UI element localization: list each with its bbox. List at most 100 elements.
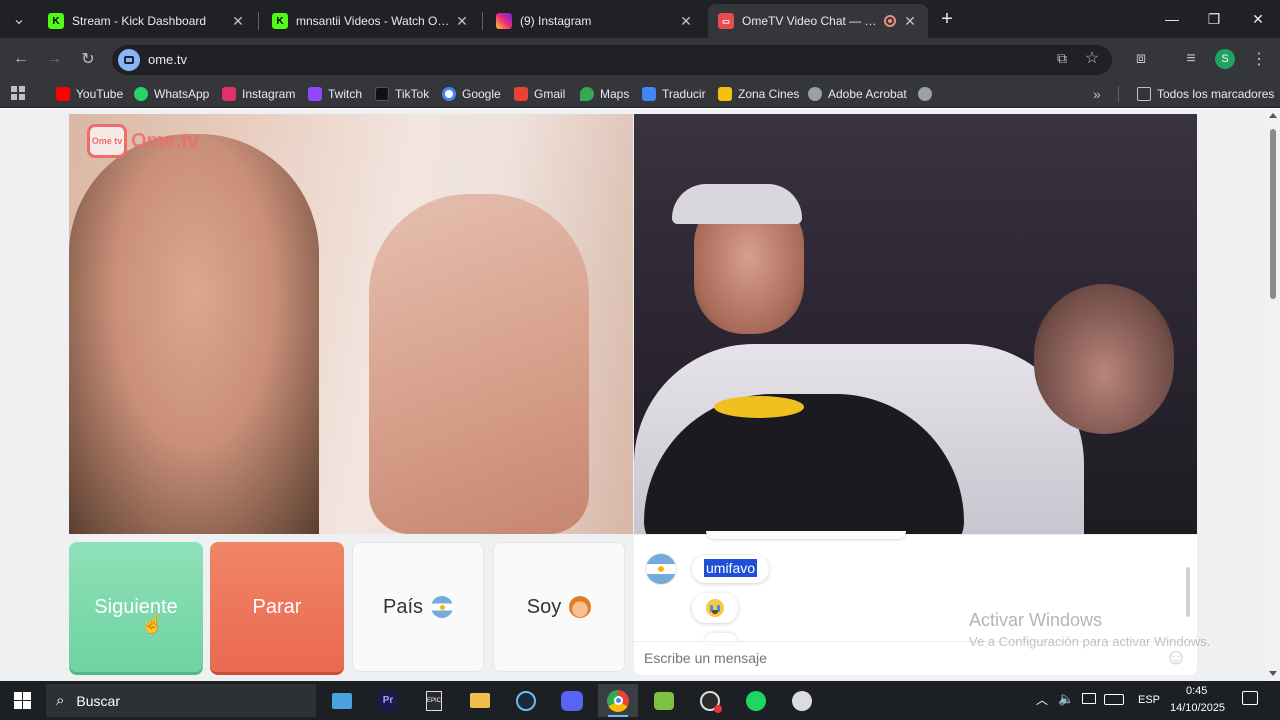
extensions-icon[interactable]: ⧈ (1128, 46, 1154, 72)
apps-grid-icon[interactable] (11, 86, 25, 100)
country-filter-label: País (382, 595, 424, 618)
scroll-up-icon[interactable] (1269, 113, 1277, 118)
install-app-icon[interactable]: ⧉ (1052, 50, 1072, 70)
discord-icon[interactable] (552, 684, 592, 717)
bookmark-instagram[interactable]: Instagram (222, 84, 295, 104)
country-filter-button[interactable]: País (352, 542, 484, 672)
next-button[interactable]: Siguiente (69, 542, 203, 672)
language-indicator[interactable]: ESP (1138, 694, 1160, 706)
android-app-icon[interactable] (644, 684, 684, 717)
bookmark-gmail[interactable]: Gmail (514, 84, 565, 104)
gender-filter-label: Soy (526, 595, 562, 618)
bookmark-tiktok[interactable]: TikTok (375, 84, 429, 104)
search-icon: ⌕ (56, 692, 65, 709)
scroll-down-icon[interactable] (1269, 671, 1277, 676)
previous-message-bubble (706, 531, 906, 539)
windows-start-icon[interactable] (2, 684, 42, 717)
close-window-icon[interactable]: ✕ (1236, 0, 1280, 38)
ometv-icon: ▭ (718, 13, 734, 29)
chrome-icon[interactable] (598, 684, 638, 717)
notifications-icon[interactable] (1242, 691, 1258, 705)
tab-kick-videos[interactable]: K mnsantii Videos - Watch On-De ✕ (262, 4, 480, 38)
app-icon[interactable] (782, 684, 822, 717)
bookmark-google[interactable]: Google (442, 84, 501, 104)
profile-avatar[interactable]: S (1215, 49, 1235, 69)
boy-emoji-icon (569, 596, 592, 618)
taskbar-search-label: Buscar (76, 692, 120, 709)
url-text[interactable]: ome.tv (148, 52, 187, 67)
bookmark-youtube[interactable]: YouTube (56, 84, 123, 104)
bookmarks-bar: YouTube WhatsApp Instagram Twitch TikTok… (0, 80, 1280, 108)
file-explorer-app-icon[interactable] (322, 684, 362, 717)
steam-icon[interactable] (506, 684, 546, 717)
close-tab-icon[interactable]: ✕ (230, 13, 246, 30)
more-bookmarks-icon[interactable]: » (1093, 84, 1101, 104)
all-bookmarks-folder[interactable]: Todos los marcadores (1137, 84, 1274, 104)
forward-icon[interactable]: → (41, 46, 67, 72)
google-icon (442, 87, 456, 101)
scrollbar-thumb[interactable] (1270, 129, 1276, 299)
reload-icon[interactable]: ↻ (75, 46, 101, 72)
obs-studio-icon[interactable] (690, 684, 730, 717)
epic-games-icon[interactable]: EPIC (414, 684, 454, 717)
chat-message: umifavo (692, 555, 770, 583)
tab-instagram[interactable]: (9) Instagram ✕ (486, 4, 704, 38)
chat-panel: umifavo ☺ (634, 531, 1197, 675)
site-info-icon[interactable] (118, 49, 140, 71)
keyboard-icon[interactable] (1104, 694, 1124, 705)
taskbar-search-box[interactable]: ⌕ Buscar (46, 684, 316, 717)
bookmark-whatsapp[interactable]: WhatsApp (134, 84, 209, 104)
bookmark-maps[interactable]: Maps (580, 84, 629, 104)
next-button-label: Siguiente (94, 595, 178, 618)
tab-divider (482, 12, 483, 30)
waving-hand (369, 194, 589, 534)
ometv-logo: Ome tv Ome.tv (87, 124, 199, 158)
restore-icon[interactable]: ❐ (1192, 0, 1236, 38)
translate-icon (642, 87, 656, 101)
volume-icon[interactable]: 🔈 (1058, 691, 1074, 707)
minimize-icon[interactable]: — (1150, 0, 1194, 38)
youtube-icon (56, 87, 70, 101)
close-tab-icon[interactable]: ✕ (678, 13, 694, 30)
gender-filter-button[interactable]: Soy (493, 542, 625, 672)
instagram-icon (496, 13, 512, 29)
close-tab-icon[interactable]: ✕ (454, 13, 470, 30)
ometv-logo-badge: Ome tv (87, 124, 127, 158)
chat-message-text[interactable]: umifavo (704, 559, 758, 577)
gmail-icon (514, 87, 528, 101)
self-video (634, 114, 1197, 534)
tiktok-icon (375, 87, 389, 101)
address-bar[interactable]: ome.tv ⧉ ☆ (112, 45, 1112, 75)
globe-icon (808, 87, 822, 101)
tab-ometv[interactable]: ▭ OmeTV Video Chat — Ome ✕ (708, 4, 928, 38)
clock-time[interactable]: 0:45 (1186, 685, 1207, 697)
show-hidden-icons-icon[interactable]: ︿ (1036, 691, 1048, 708)
tab-search-icon[interactable]: ⌄ (6, 6, 32, 32)
new-tab-icon[interactable]: + (934, 6, 960, 32)
bookmark-star-icon[interactable]: ☆ (1082, 48, 1102, 68)
page-scrollbar[interactable] (1266, 109, 1280, 681)
chat-message-input[interactable] (644, 647, 1154, 669)
premiere-pro-icon[interactable]: Pr (368, 684, 408, 717)
clock-date[interactable]: 14/10/2025 (1170, 702, 1225, 714)
chat-scrollbar[interactable] (1186, 567, 1190, 617)
back-icon[interactable]: ← (8, 46, 34, 72)
spotify-icon[interactable] (736, 684, 776, 717)
bookmark-zona-cines[interactable]: Zona Cines (718, 84, 799, 104)
penguin-beak (714, 396, 804, 418)
stop-button[interactable]: Parar (210, 542, 344, 672)
bookmark-traducir[interactable]: Traducir (642, 84, 706, 104)
bookmark-adobe-acrobat[interactable]: Adobe Acrobat (808, 84, 907, 104)
stranger-video: Ome tv Ome.tv (69, 114, 633, 534)
network-icon[interactable] (1082, 693, 1096, 704)
reading-list-icon[interactable]: ≡ (1178, 46, 1204, 72)
menu-kebab-icon[interactable]: ⋮ (1246, 46, 1272, 72)
mouse-cursor-icon: ☝ (141, 614, 164, 634)
kick-icon: K (272, 13, 288, 29)
bookmark-unnamed[interactable] (918, 84, 938, 104)
ometv-logo-text: Ome.tv (131, 129, 199, 152)
folder-icon[interactable] (460, 684, 500, 717)
tab-kick-dashboard[interactable]: K Stream - Kick Dashboard ✕ (38, 4, 256, 38)
close-tab-icon[interactable]: ✕ (902, 13, 918, 30)
bookmark-twitch[interactable]: Twitch (308, 84, 362, 104)
